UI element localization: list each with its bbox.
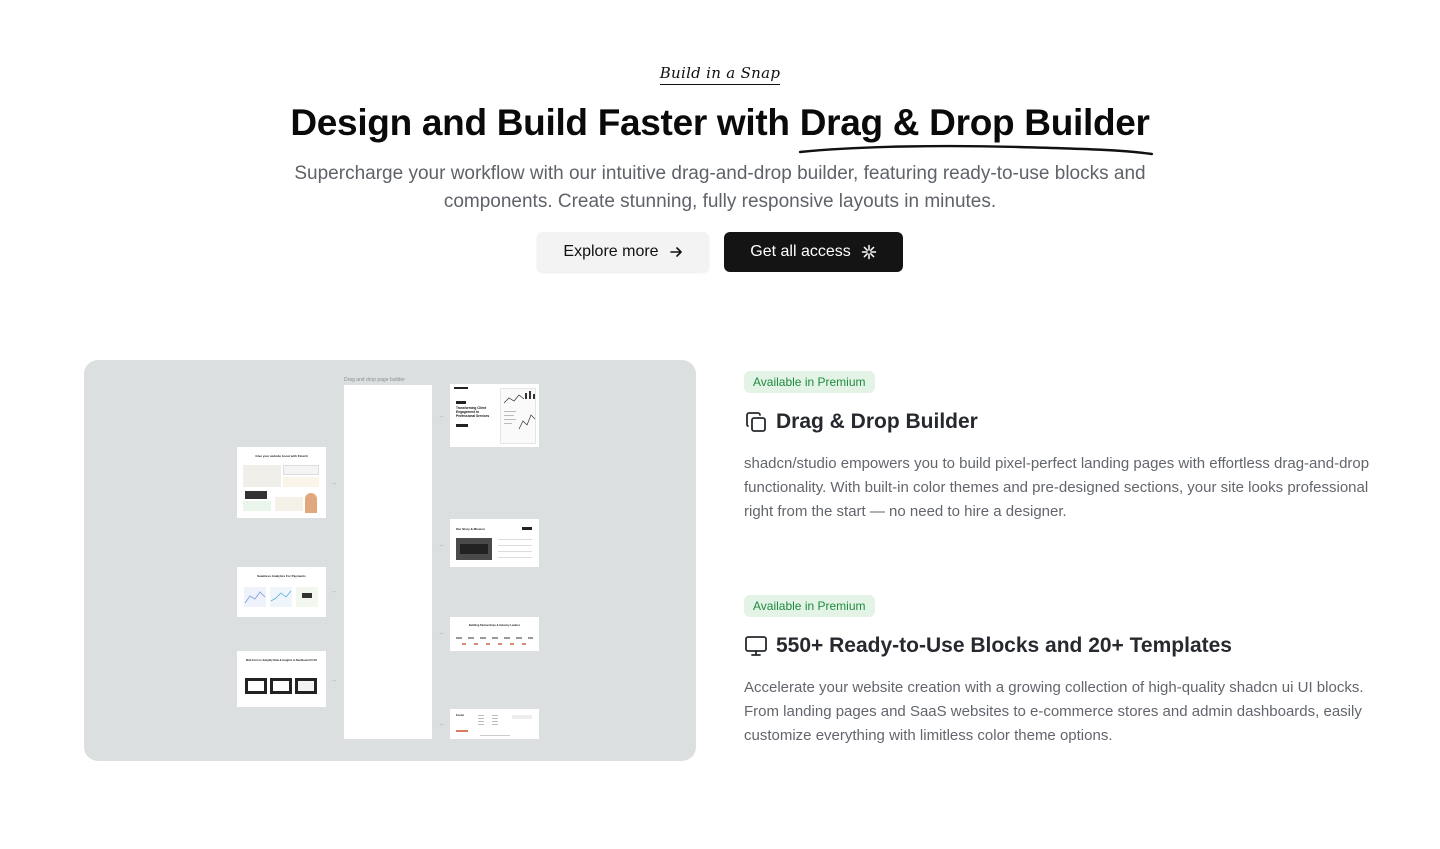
- thumb-seamless-analytics[interactable]: Seamless Analytics For Payments: [237, 567, 326, 617]
- connector-arrow-icon: →: [330, 586, 338, 595]
- thumb-hero-title: Transforming Client Engagement to Profes…: [456, 406, 490, 418]
- thumb-our-story[interactable]: Our Story & Mission: [450, 519, 539, 567]
- explore-more-label: Explore more: [563, 243, 659, 260]
- connector-arrow-icon: ←: [438, 628, 446, 637]
- thumb-partners-title: Building Partnerships & Industry Leaders: [468, 624, 521, 627]
- connector-arrow-icon: ←: [438, 540, 446, 549]
- eyebrow-text: Build in a Snap: [659, 64, 781, 85]
- page-title: Design and Build Faster with Drag & Drop…: [0, 102, 1440, 156]
- feature-title-text: 550+ Ready-to-Use Blocks and 20+ Templat…: [776, 634, 1232, 657]
- feature-blocks-templates: Available in Premium 550+ Ready-to-Use B…: [744, 595, 1374, 748]
- canvas-label: Drag and drop page builder: [344, 377, 405, 383]
- connector-arrow-icon: →: [330, 478, 338, 487]
- arrow-right-icon: [669, 247, 682, 257]
- copy-icon: [746, 412, 766, 432]
- monitor-icon: [745, 636, 767, 656]
- thumb-story-title: Our Story & Mission: [456, 527, 485, 531]
- eyebrow: Build in a Snap: [0, 64, 1440, 85]
- thumb-website-title: Give your website boost with Flowrit: [255, 454, 308, 458]
- thumb-dashboard-kit[interactable]: Web Form to Simplify Data & Insights to …: [237, 651, 326, 707]
- feature-drag-drop: Available in Premium Drag & Drop Builder…: [744, 371, 1374, 524]
- feature-description: shadcn/studio empowers you to build pixe…: [744, 455, 1370, 520]
- hero-subtitle: Supercharge your workflow with our intui…: [294, 163, 1146, 212]
- premium-badge: Available in Premium: [744, 371, 875, 393]
- explore-more-button[interactable]: Explore more: [537, 232, 709, 272]
- feature-title: 550+ Ready-to-Use Blocks and 20+ Templat…: [744, 634, 1374, 658]
- thumb-seamless-title: Seamless Analytics For Payments: [257, 574, 306, 578]
- thumb-footer[interactable]: Footer: [450, 709, 539, 739]
- connector-arrow-icon: ←: [438, 411, 446, 420]
- premium-badge: Available in Premium: [744, 595, 875, 617]
- underline-squiggle-icon: [798, 144, 1153, 156]
- feature-title: Drag & Drop Builder: [744, 410, 1374, 434]
- title-prefix: Design and Build Faster with: [290, 102, 800, 143]
- feature-description: Accelerate your website creation with a …: [744, 679, 1364, 744]
- feature-title-text: Drag & Drop Builder: [776, 410, 978, 433]
- get-all-access-button[interactable]: Get all access: [724, 232, 903, 272]
- thumb-website-boost[interactable]: Give your website boost with Flowrit: [237, 447, 326, 518]
- thumb-dashboard-title: Web Form to Simplify Data & Insights to …: [245, 659, 318, 662]
- connector-arrow-icon: ←: [438, 719, 446, 728]
- title-highlight-text: Drag & Drop Builder: [799, 102, 1150, 143]
- title-highlight: Drag & Drop Builder: [798, 102, 1153, 156]
- builder-canvas: [344, 385, 432, 739]
- builder-preview: Drag and drop page builder Give your web…: [84, 360, 696, 761]
- sparkle-icon: [861, 244, 876, 260]
- get-all-access-label: Get all access: [750, 243, 851, 260]
- thumb-hero-section[interactable]: Transforming Client Engagement to Profes…: [450, 384, 539, 447]
- thumb-partnerships[interactable]: Building Partnerships & Industry Leaders: [450, 617, 539, 651]
- thumb-footer-title: Footer: [456, 714, 465, 717]
- connector-arrow-icon: →: [330, 675, 338, 684]
